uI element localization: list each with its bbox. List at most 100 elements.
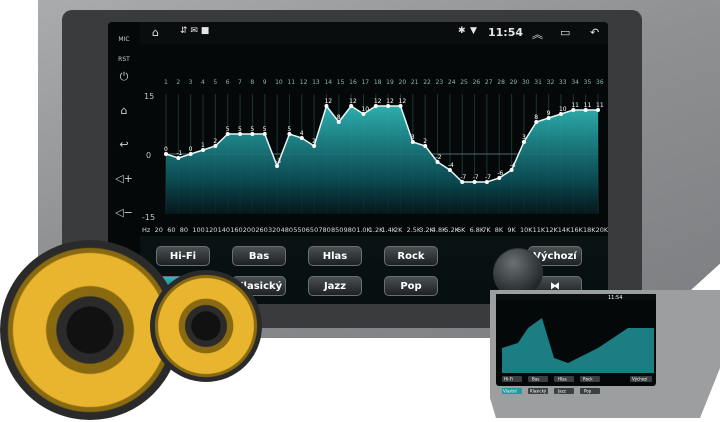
band-number: 29: [510, 79, 518, 86]
preset-pop-button[interactable]: Pop: [384, 276, 438, 296]
band-number: 20: [399, 79, 407, 86]
band-number: 23: [436, 79, 444, 86]
band-value-label: 2: [423, 138, 427, 145]
frequency-label: 20: [155, 226, 163, 234]
yzero-label: 0: [146, 151, 151, 160]
frequency-label: 16K: [570, 226, 583, 234]
band-number: 5: [213, 79, 217, 86]
clock: 11:54: [488, 26, 524, 39]
frequency-label: 160: [230, 226, 242, 234]
frequency-label: 320: [268, 226, 280, 234]
frequency-label: 14K: [558, 226, 571, 234]
band-number: 25: [460, 79, 468, 86]
band-numbers: 1 2 3 4 5 6 7 8 9 10 11 12 13 14 15 16 17 18 19 20 21 22 23 24 2…: [164, 79, 604, 86]
frequency-label: 550: [293, 226, 305, 234]
back-icon[interactable]: ↩: [108, 138, 140, 151]
tablet-btn-custom: Vlastní: [503, 389, 517, 394]
band-value-label: 11: [596, 102, 604, 109]
band-number: 13: [312, 79, 320, 86]
preset-jazz-button[interactable]: Jazz: [308, 276, 362, 296]
frequency-label: 200: [243, 226, 255, 234]
back-nav-icon[interactable]: ↶: [590, 26, 599, 39]
band-value-label: 12: [324, 98, 332, 105]
band-value-label: 12: [386, 98, 394, 105]
band-number: 15: [337, 79, 345, 86]
tablet-btn-jazz: Jazz: [557, 389, 566, 394]
band-number: 26: [473, 79, 481, 86]
tablet-btn-default: Výchozí: [632, 377, 648, 382]
band-value-label: -4: [448, 162, 454, 169]
band-number: 30: [522, 79, 530, 86]
frequency-label: 18K: [583, 226, 596, 234]
band-value-label: 12: [374, 98, 382, 105]
band-number: 31: [534, 79, 542, 86]
band-value-label: -7: [473, 174, 479, 181]
power-icon[interactable]: ⏻: [108, 70, 140, 84]
band-number: 6: [226, 79, 230, 86]
frequency-label: 120: [205, 226, 217, 234]
band-number: 28: [497, 79, 505, 86]
home-icon[interactable]: ⌂: [108, 104, 140, 117]
band-value-label: 12: [349, 98, 357, 105]
band-number: 18: [374, 79, 382, 86]
band-value-label: 1: [201, 142, 205, 149]
wifi-icon: ▼: [470, 26, 477, 36]
frequency-label: 80: [180, 226, 188, 234]
band-value-label: 5: [287, 126, 291, 133]
band-number: 3: [189, 79, 193, 86]
frequency-label: 140: [218, 226, 230, 234]
frequency-label: 780: [318, 226, 330, 234]
status-bar: ⌂ ⇵ ✉ ■ ✱ ▼ 11:54 ︽ ▭ ↶: [140, 22, 608, 44]
equalizer-graph[interactable]: 1 2 3 4 5 6 7 8 9 10 11 12 13 14 15 16 17 18 19 20 21 22 23 24 2…: [140, 44, 608, 240]
band-number: 12: [300, 79, 308, 86]
band-value-label: 12: [399, 98, 407, 105]
home-outline-icon[interactable]: ⌂: [152, 26, 159, 39]
bluetooth-icon: ✱: [458, 26, 466, 36]
band-value-label: -3: [275, 158, 281, 165]
band-value-label: 8: [534, 114, 538, 121]
rst-label: RST: [118, 56, 130, 63]
eq-area: [166, 106, 598, 214]
band-value-label: 10: [361, 106, 369, 113]
preset-rock-button[interactable]: Rock: [384, 246, 438, 266]
band-number: 24: [448, 79, 456, 86]
band-value-label: 5: [263, 126, 267, 133]
band-value-label: -6: [497, 170, 503, 177]
frequency-labels: Hz 20 60 80 100 120 140 160 200 260 320 480 550 650 78…: [142, 226, 608, 234]
frequency-label: 7K: [482, 226, 491, 234]
frequency-label: 10K: [520, 226, 533, 234]
speaker-small-icon: [150, 270, 262, 382]
frequency-label: 100: [192, 226, 204, 234]
frequency-label: 12K: [545, 226, 558, 234]
tablet-btn-hifi: Hi-Fi: [504, 377, 513, 382]
tablet-btn-pop: Pop: [584, 389, 592, 394]
expand-icon[interactable]: ︽: [532, 26, 543, 42]
recent-apps-icon[interactable]: ▭: [560, 26, 570, 39]
frequency-label: 850: [331, 226, 343, 234]
band-value-label: -7: [485, 174, 491, 181]
preset-voice-button[interactable]: Hlas: [308, 246, 362, 266]
band-value-label: -7: [460, 174, 466, 181]
band-number: 2: [176, 79, 180, 86]
volume-up-icon[interactable]: ◁+: [108, 172, 140, 185]
band-number: 10: [275, 79, 283, 86]
tablet-btn-bas: Bas: [532, 377, 539, 382]
band-number: 21: [411, 79, 419, 86]
band-number: 11: [287, 79, 295, 86]
preset-hifi-button[interactable]: Hi-Fi: [156, 246, 210, 266]
preset-bass-button[interactable]: Bas: [232, 246, 286, 266]
frequency-label: 8K: [495, 226, 504, 234]
volume-down-icon[interactable]: ◁−: [108, 206, 140, 219]
band-number: 35: [584, 79, 592, 86]
band-value-label: 5: [226, 126, 230, 133]
tablet-btn-classic: Klasický: [530, 389, 547, 394]
band-number: 14: [324, 79, 332, 86]
band-number: 32: [547, 79, 555, 86]
band-value-label: 11: [571, 102, 579, 109]
band-number: 1: [164, 79, 168, 86]
band-number: 17: [361, 79, 369, 86]
band-number: 4: [201, 79, 205, 86]
frequency-label: 650: [306, 226, 318, 234]
frequency-label: 2K: [394, 226, 403, 234]
frequency-label: 11K: [533, 226, 546, 234]
